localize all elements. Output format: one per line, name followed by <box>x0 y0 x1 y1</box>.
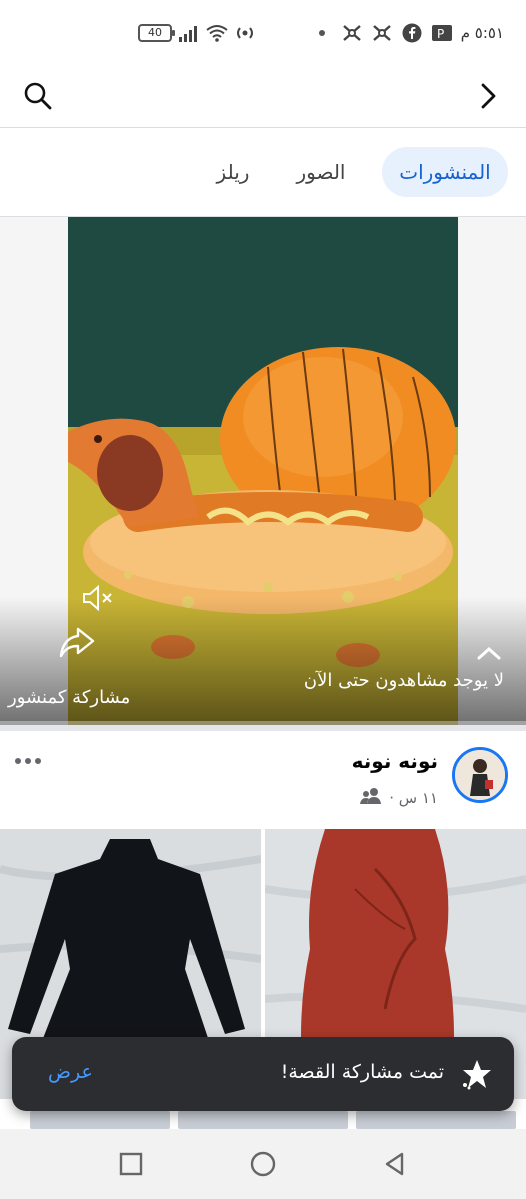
signal-icon <box>178 22 200 44</box>
parking-icon: P <box>431 22 453 44</box>
status-time: ٥:٥١ م <box>460 24 504 42</box>
share-arrow-icon[interactable] <box>58 625 96 659</box>
profile-tabs: المنشورات الصور ريلز <box>0 128 526 217</box>
sparkle-icon <box>460 1057 494 1091</box>
thumbnail[interactable] <box>30 1111 170 1129</box>
circle-icon[interactable] <box>246 1147 280 1181</box>
viewers-text[interactable]: لا يوجد مشاهدون حتى الآن <box>304 670 504 691</box>
system-nav-bar <box>0 1129 526 1199</box>
snackbar: تمت مشاركة القصة! عرض <box>12 1037 514 1111</box>
chevron-up-icon[interactable] <box>476 644 502 662</box>
author-name[interactable]: نونه نونه <box>352 749 438 773</box>
post-time: ١١ س · <box>389 789 438 807</box>
view-button[interactable]: عرض <box>48 1061 93 1083</box>
post-meta: ١١ س · <box>359 787 438 809</box>
svg-text:P: P <box>437 27 444 41</box>
facebook-icon <box>401 22 423 44</box>
square-icon[interactable] <box>114 1147 148 1181</box>
search-icon[interactable] <box>22 80 54 112</box>
top-bar <box>0 64 526 128</box>
hotspot-icon <box>234 22 256 44</box>
thumbnail[interactable] <box>356 1111 516 1129</box>
more-dots-icon[interactable] <box>12 749 48 773</box>
battery-level: 40 <box>148 26 162 39</box>
speaker-muted-icon[interactable] <box>80 583 114 613</box>
app-icon <box>341 22 363 44</box>
avatar[interactable] <box>452 747 508 803</box>
tab-photos[interactable]: الصور <box>286 147 356 197</box>
chevron-right-icon[interactable] <box>472 80 504 112</box>
post-header: نونه نونه ١١ س · <box>0 725 526 829</box>
snackbar-message: تمت مشاركة القصة! <box>280 1061 444 1083</box>
app-icon <box>371 22 393 44</box>
dot-icon <box>311 22 333 44</box>
triangle-back-icon[interactable] <box>378 1147 412 1181</box>
status-right-icons: P ٥:٥١ م <box>311 20 504 46</box>
status-bar: 40 P ٥:٥١ م <box>0 0 526 64</box>
tab-posts[interactable]: المنشورات <box>382 147 508 197</box>
wifi-icon <box>206 22 228 44</box>
friends-icon <box>359 787 383 809</box>
tab-reels[interactable]: ريلز <box>208 147 258 197</box>
thumbnail[interactable] <box>178 1111 348 1129</box>
battery-icon: 40 <box>138 24 175 42</box>
share-as-post-label[interactable]: مشاركة كمنشور <box>8 687 130 708</box>
status-left-icons: 40 <box>138 20 256 46</box>
